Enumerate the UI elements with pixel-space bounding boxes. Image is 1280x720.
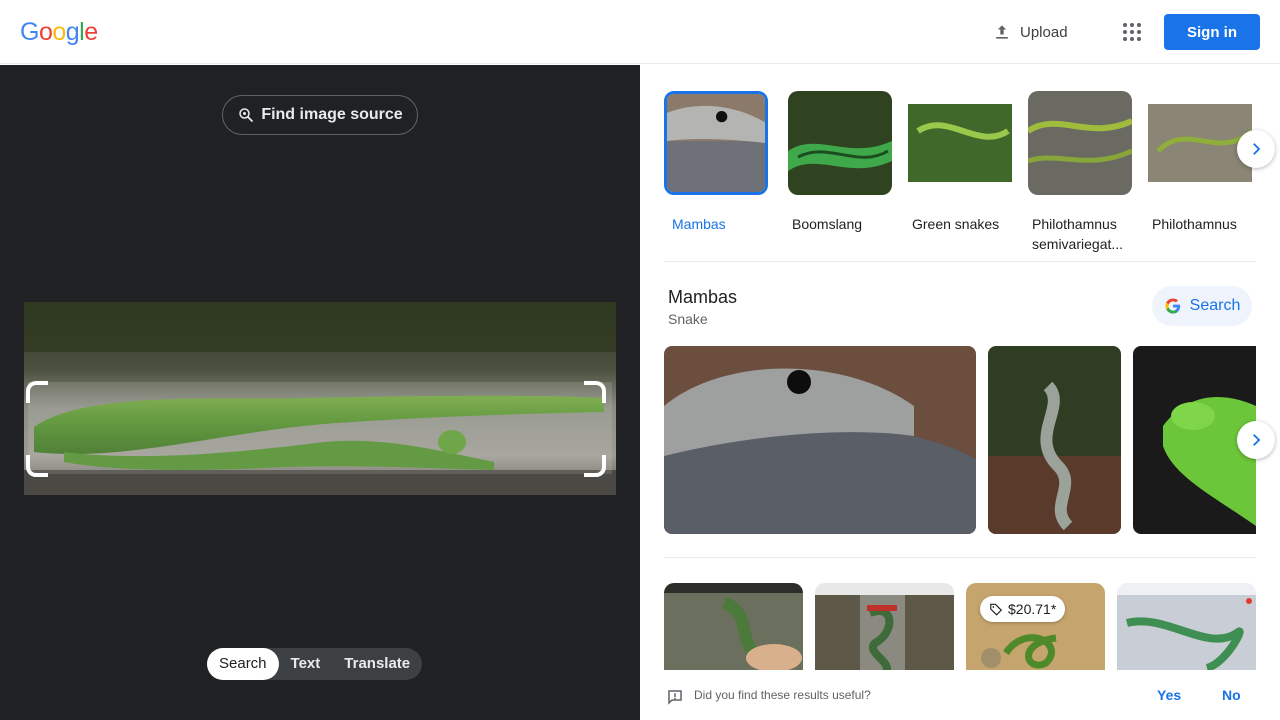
results-pane: Mambas Boomslang Green snakes Philothamn… (640, 65, 1280, 720)
feedback-yes-button[interactable]: Yes (1157, 687, 1181, 703)
crop-handle[interactable] (26, 455, 48, 477)
price-text: $20.71* (1008, 601, 1057, 617)
feedback-icon (668, 690, 682, 705)
find-source-label: Find image source (261, 106, 403, 123)
related-chips-row: Mambas Boomslang Green snakes Philothamn… (664, 91, 1256, 254)
mode-search[interactable]: Search (207, 648, 279, 680)
section-divider (664, 261, 1256, 262)
find-image-source-button[interactable]: Find image source (222, 95, 418, 135)
chip-thumbnail (1026, 91, 1134, 195)
mode-translate[interactable]: Translate (332, 648, 422, 680)
upload-label: Upload (1020, 23, 1068, 41)
lens-search-icon (239, 108, 254, 122)
top-bar: Google Upload Sign in (0, 0, 1280, 64)
crop-handle[interactable] (584, 381, 606, 403)
images-next-button[interactable] (1237, 421, 1275, 459)
visual-match-result[interactable] (815, 583, 954, 673)
chip-label: Boomslang (792, 216, 863, 232)
chip-philothamnus-semivariegatus[interactable]: Philothamnus semivariegat... (1026, 91, 1134, 254)
chevron-right-icon (1253, 143, 1261, 155)
chip-thumbnail (1148, 91, 1254, 195)
mode-text[interactable]: Text (279, 648, 333, 680)
apps-grid-icon[interactable] (1120, 20, 1144, 44)
feedback-no-button[interactable]: No (1222, 687, 1241, 703)
upload-button[interactable]: Upload (992, 20, 1068, 44)
lens-mode-switcher: Search Text Translate (207, 648, 423, 680)
feedback-bar: Did you find these results useful? Yes N… (640, 670, 1280, 720)
chip-green-snakes[interactable]: Green snakes (908, 91, 1012, 234)
chip-thumbnail (664, 91, 768, 195)
image-preview-pane: Find image source Search Text Translate (0, 65, 640, 720)
chips-next-button[interactable] (1237, 130, 1275, 168)
entity-subtitle: Snake (668, 311, 708, 327)
crop-handle[interactable] (584, 455, 606, 477)
google-g-icon (1165, 298, 1180, 314)
chip-label: Philothamnus semivariegat... (1032, 216, 1124, 252)
logo-letter: G (20, 18, 39, 46)
visual-match-result[interactable] (664, 583, 803, 673)
chip-label: Mambas (672, 216, 726, 232)
chip-mambas[interactable]: Mambas (664, 91, 768, 234)
chip-label: Philothamnus (1152, 216, 1237, 232)
chip-philothamnus[interactable]: Philothamnus (1148, 91, 1254, 234)
logo-letter: o (52, 18, 66, 46)
logo-letter: e (84, 18, 98, 46)
chevron-right-icon (1253, 434, 1261, 446)
crop-handle[interactable] (26, 381, 48, 403)
chip-thumbnail (788, 91, 892, 195)
chip-thumbnail (908, 91, 1012, 195)
entity-image-main[interactable] (664, 346, 976, 534)
visual-match-result[interactable] (1117, 583, 1256, 673)
crop-selection-box[interactable] (26, 381, 606, 477)
feedback-question: Did you find these results useful? (694, 688, 871, 702)
logo-letter: o (38, 18, 53, 46)
entity-search-label: Search (1189, 297, 1241, 314)
entity-title: Mambas (668, 287, 738, 307)
google-logo[interactable]: Google (20, 18, 98, 47)
entity-search-button[interactable]: Search (1152, 286, 1252, 326)
upload-icon (996, 25, 1008, 39)
price-tag-icon (990, 603, 1003, 616)
entity-image[interactable] (988, 346, 1121, 534)
logo-letter: g (65, 18, 80, 46)
chip-boomslang[interactable]: Boomslang (788, 91, 892, 234)
section-divider (664, 557, 1256, 558)
price-badge: $20.71* (980, 596, 1066, 622)
chip-label: Green snakes (912, 216, 1000, 232)
sign-in-button[interactable]: Sign in (1164, 14, 1260, 50)
